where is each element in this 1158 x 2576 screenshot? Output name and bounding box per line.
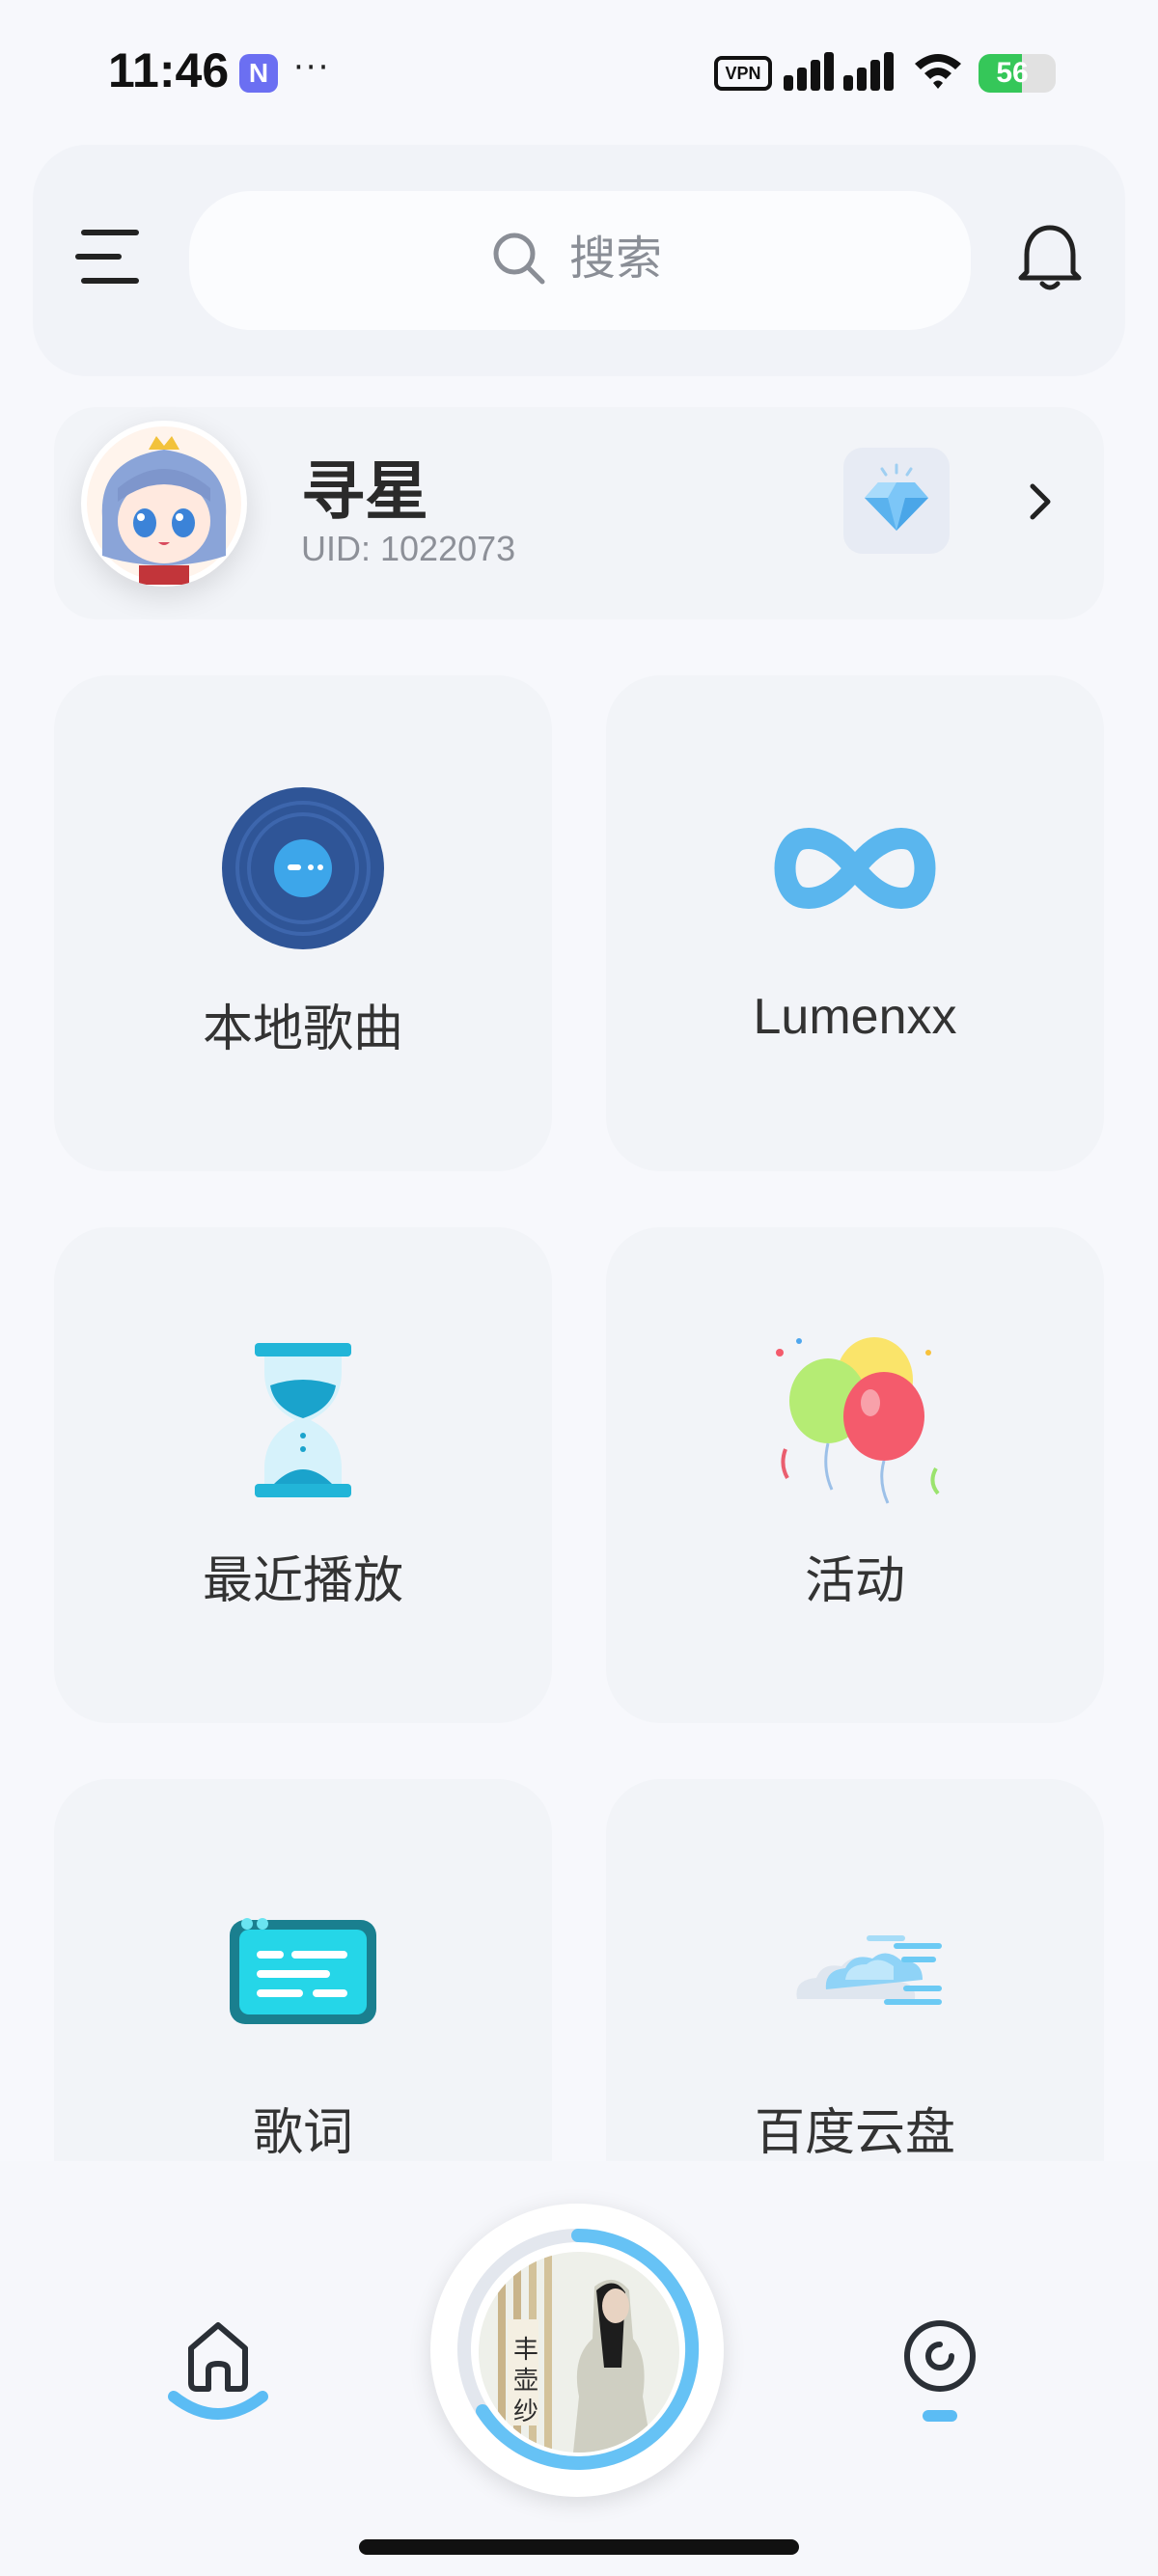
album-art[interactable]: 丰 壶 纱 bbox=[479, 2252, 679, 2453]
svg-text:纱: 纱 bbox=[513, 2398, 538, 2426]
tile-label: 本地歌曲 bbox=[202, 1000, 403, 1058]
search-placeholder: 搜索 bbox=[569, 232, 663, 286]
wifi-icon bbox=[915, 54, 961, 89]
status-bar: 11:46 N ··· VPN 56 bbox=[0, 0, 1158, 145]
avatar[interactable] bbox=[81, 421, 247, 587]
tile-label: 活动 bbox=[804, 1552, 905, 1610]
more-notifications-icon: ··· bbox=[293, 48, 331, 87]
cloud-icon bbox=[796, 1935, 942, 2005]
chevron-right-icon[interactable] bbox=[1019, 480, 1062, 523]
tile-label: 最近播放 bbox=[202, 1552, 403, 1610]
svg-text:壶: 壶 bbox=[513, 2367, 538, 2396]
bell-icon[interactable] bbox=[1013, 222, 1087, 295]
disc-icon[interactable] bbox=[894, 2310, 986, 2427]
lyrics-card-icon bbox=[230, 1918, 376, 2024]
username: 寻星 bbox=[301, 454, 428, 529]
menu-icon[interactable] bbox=[73, 224, 147, 289]
vpn-icon: VPN bbox=[714, 56, 772, 91]
battery-icon: 56 bbox=[979, 54, 1056, 93]
user-id: UID: 1022073 bbox=[301, 529, 516, 568]
battery-level: 56 bbox=[996, 57, 1029, 89]
status-time: 11:46 bbox=[108, 43, 230, 97]
tile-label: Lumenxx bbox=[753, 989, 957, 1045]
balloons-icon bbox=[776, 1337, 940, 1504]
search-icon bbox=[493, 233, 545, 285]
hourglass-icon bbox=[255, 1343, 351, 1497]
diamond-icon bbox=[865, 463, 928, 531]
infinity-icon bbox=[774, 828, 936, 909]
signal-icon bbox=[784, 52, 894, 91]
svg-text:丰: 丰 bbox=[513, 2336, 538, 2365]
home-icon[interactable] bbox=[162, 2296, 274, 2422]
vinyl-record-icon bbox=[222, 787, 384, 949]
tile-label: 百度云盘 bbox=[754, 2104, 955, 2162]
vip-button[interactable] bbox=[843, 448, 950, 554]
tile-label: 歌词 bbox=[252, 2104, 353, 2162]
notification-app-icon: N bbox=[239, 54, 278, 93]
home-indicator[interactable] bbox=[359, 2539, 799, 2555]
